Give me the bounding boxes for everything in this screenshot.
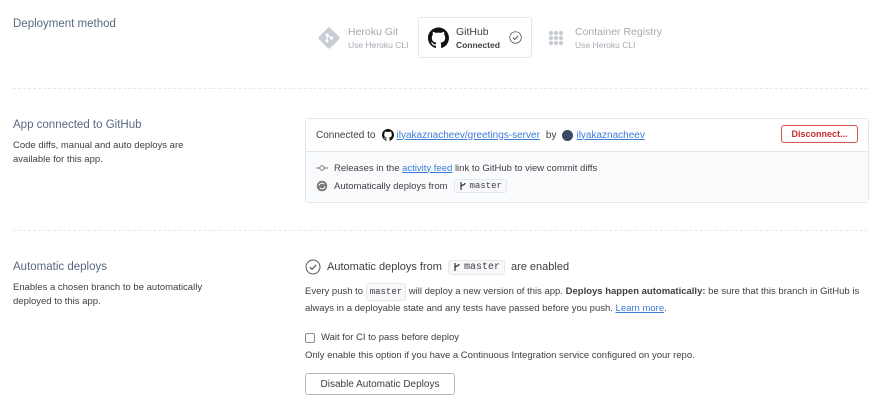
connected-card: Connected to ilyakaznacheev/greetings-se…: [305, 118, 869, 203]
repo-link[interactable]: ilyakaznacheev/greetings-server: [397, 130, 540, 141]
branch-name: master: [469, 181, 502, 191]
branch-badge: master: [447, 259, 505, 275]
heroku-git-icon: [318, 27, 340, 48]
branch-code: master: [365, 283, 407, 301]
github-icon: [428, 27, 449, 48]
text-a: Every push to: [305, 286, 364, 297]
github-icon: [381, 129, 394, 141]
auto-explanation: Every push to master will deploy a new v…: [305, 283, 870, 317]
disconnect-button[interactable]: Disconnect...: [781, 125, 858, 143]
automatic-deploys-title: Automatic deploys: [13, 261, 107, 273]
learn-more-link[interactable]: Learn more: [616, 303, 665, 314]
method-sub: Use Heroku CLI: [348, 39, 409, 50]
method-container-registry[interactable]: Container Registry Use Heroku CLI: [535, 17, 671, 58]
branch-badge: master: [453, 179, 507, 193]
divider: [13, 88, 868, 89]
disable-auto-deploys-button[interactable]: Disable Automatic Deploys: [305, 373, 455, 395]
automatic-deploys-desc: Enables a chosen branch to be automatica…: [13, 282, 203, 307]
ci-checkbox[interactable]: [305, 332, 315, 343]
releases-post: link to GitHub to view commit diffs: [454, 162, 598, 174]
method-name: Container Registry: [575, 25, 662, 38]
auto-from-label: Automatically deploys from: [334, 180, 448, 192]
auto-deploy-icon: [316, 180, 328, 192]
auto-deploy-row: Automatically deploys from master: [316, 178, 858, 194]
deployment-method-title: Deployment method: [13, 18, 116, 30]
text-bold: Deploys happen automatically:: [565, 286, 706, 297]
avatar: [562, 129, 574, 141]
method-sub: Use Heroku CLI: [575, 39, 636, 50]
activity-feed-link[interactable]: activity feed: [402, 163, 452, 174]
auto-status-post: are enabled: [510, 261, 570, 273]
check-circle-icon: [305, 259, 321, 275]
connected-to-label: Connected to: [316, 129, 376, 141]
check-circle-icon: [509, 31, 522, 44]
by-label: by: [545, 129, 557, 141]
branch-icon: [454, 263, 460, 271]
method-github[interactable]: GitHub Connected: [418, 17, 532, 58]
branch-icon: [459, 182, 466, 190]
ci-note: Only enable this option if you have a Co…: [305, 350, 695, 361]
commit-icon: [316, 165, 328, 171]
auto-status-pre: Automatic deploys from: [327, 261, 442, 273]
text-b: will deploy a new version of this app.: [408, 286, 563, 297]
connected-desc: Code diffs, manual and auto deploys are …: [13, 140, 184, 165]
method-heroku-git[interactable]: Heroku Git Use Heroku CLI: [308, 17, 417, 58]
ci-option[interactable]: Wait for CI to pass before deploy: [305, 332, 459, 343]
releases-row: Releases in the activity feed link to Gi…: [316, 160, 858, 176]
connected-title: App connected to GitHub: [13, 119, 142, 131]
method-name: GitHub: [455, 25, 489, 38]
releases-pre: Releases in the: [334, 162, 400, 174]
container-registry-icon: [548, 30, 564, 45]
user-link[interactable]: ilyakaznacheev: [576, 130, 644, 141]
auto-status: Automatic deploys from master are enable…: [305, 259, 569, 275]
method-sub: Connected: [455, 39, 500, 50]
divider: [13, 230, 868, 231]
method-name: Heroku Git: [348, 25, 399, 38]
connected-card-body: Releases in the activity feed link to Gi…: [306, 152, 868, 202]
branch-name: master: [463, 261, 500, 273]
ci-label: Wait for CI to pass before deploy: [321, 332, 459, 343]
